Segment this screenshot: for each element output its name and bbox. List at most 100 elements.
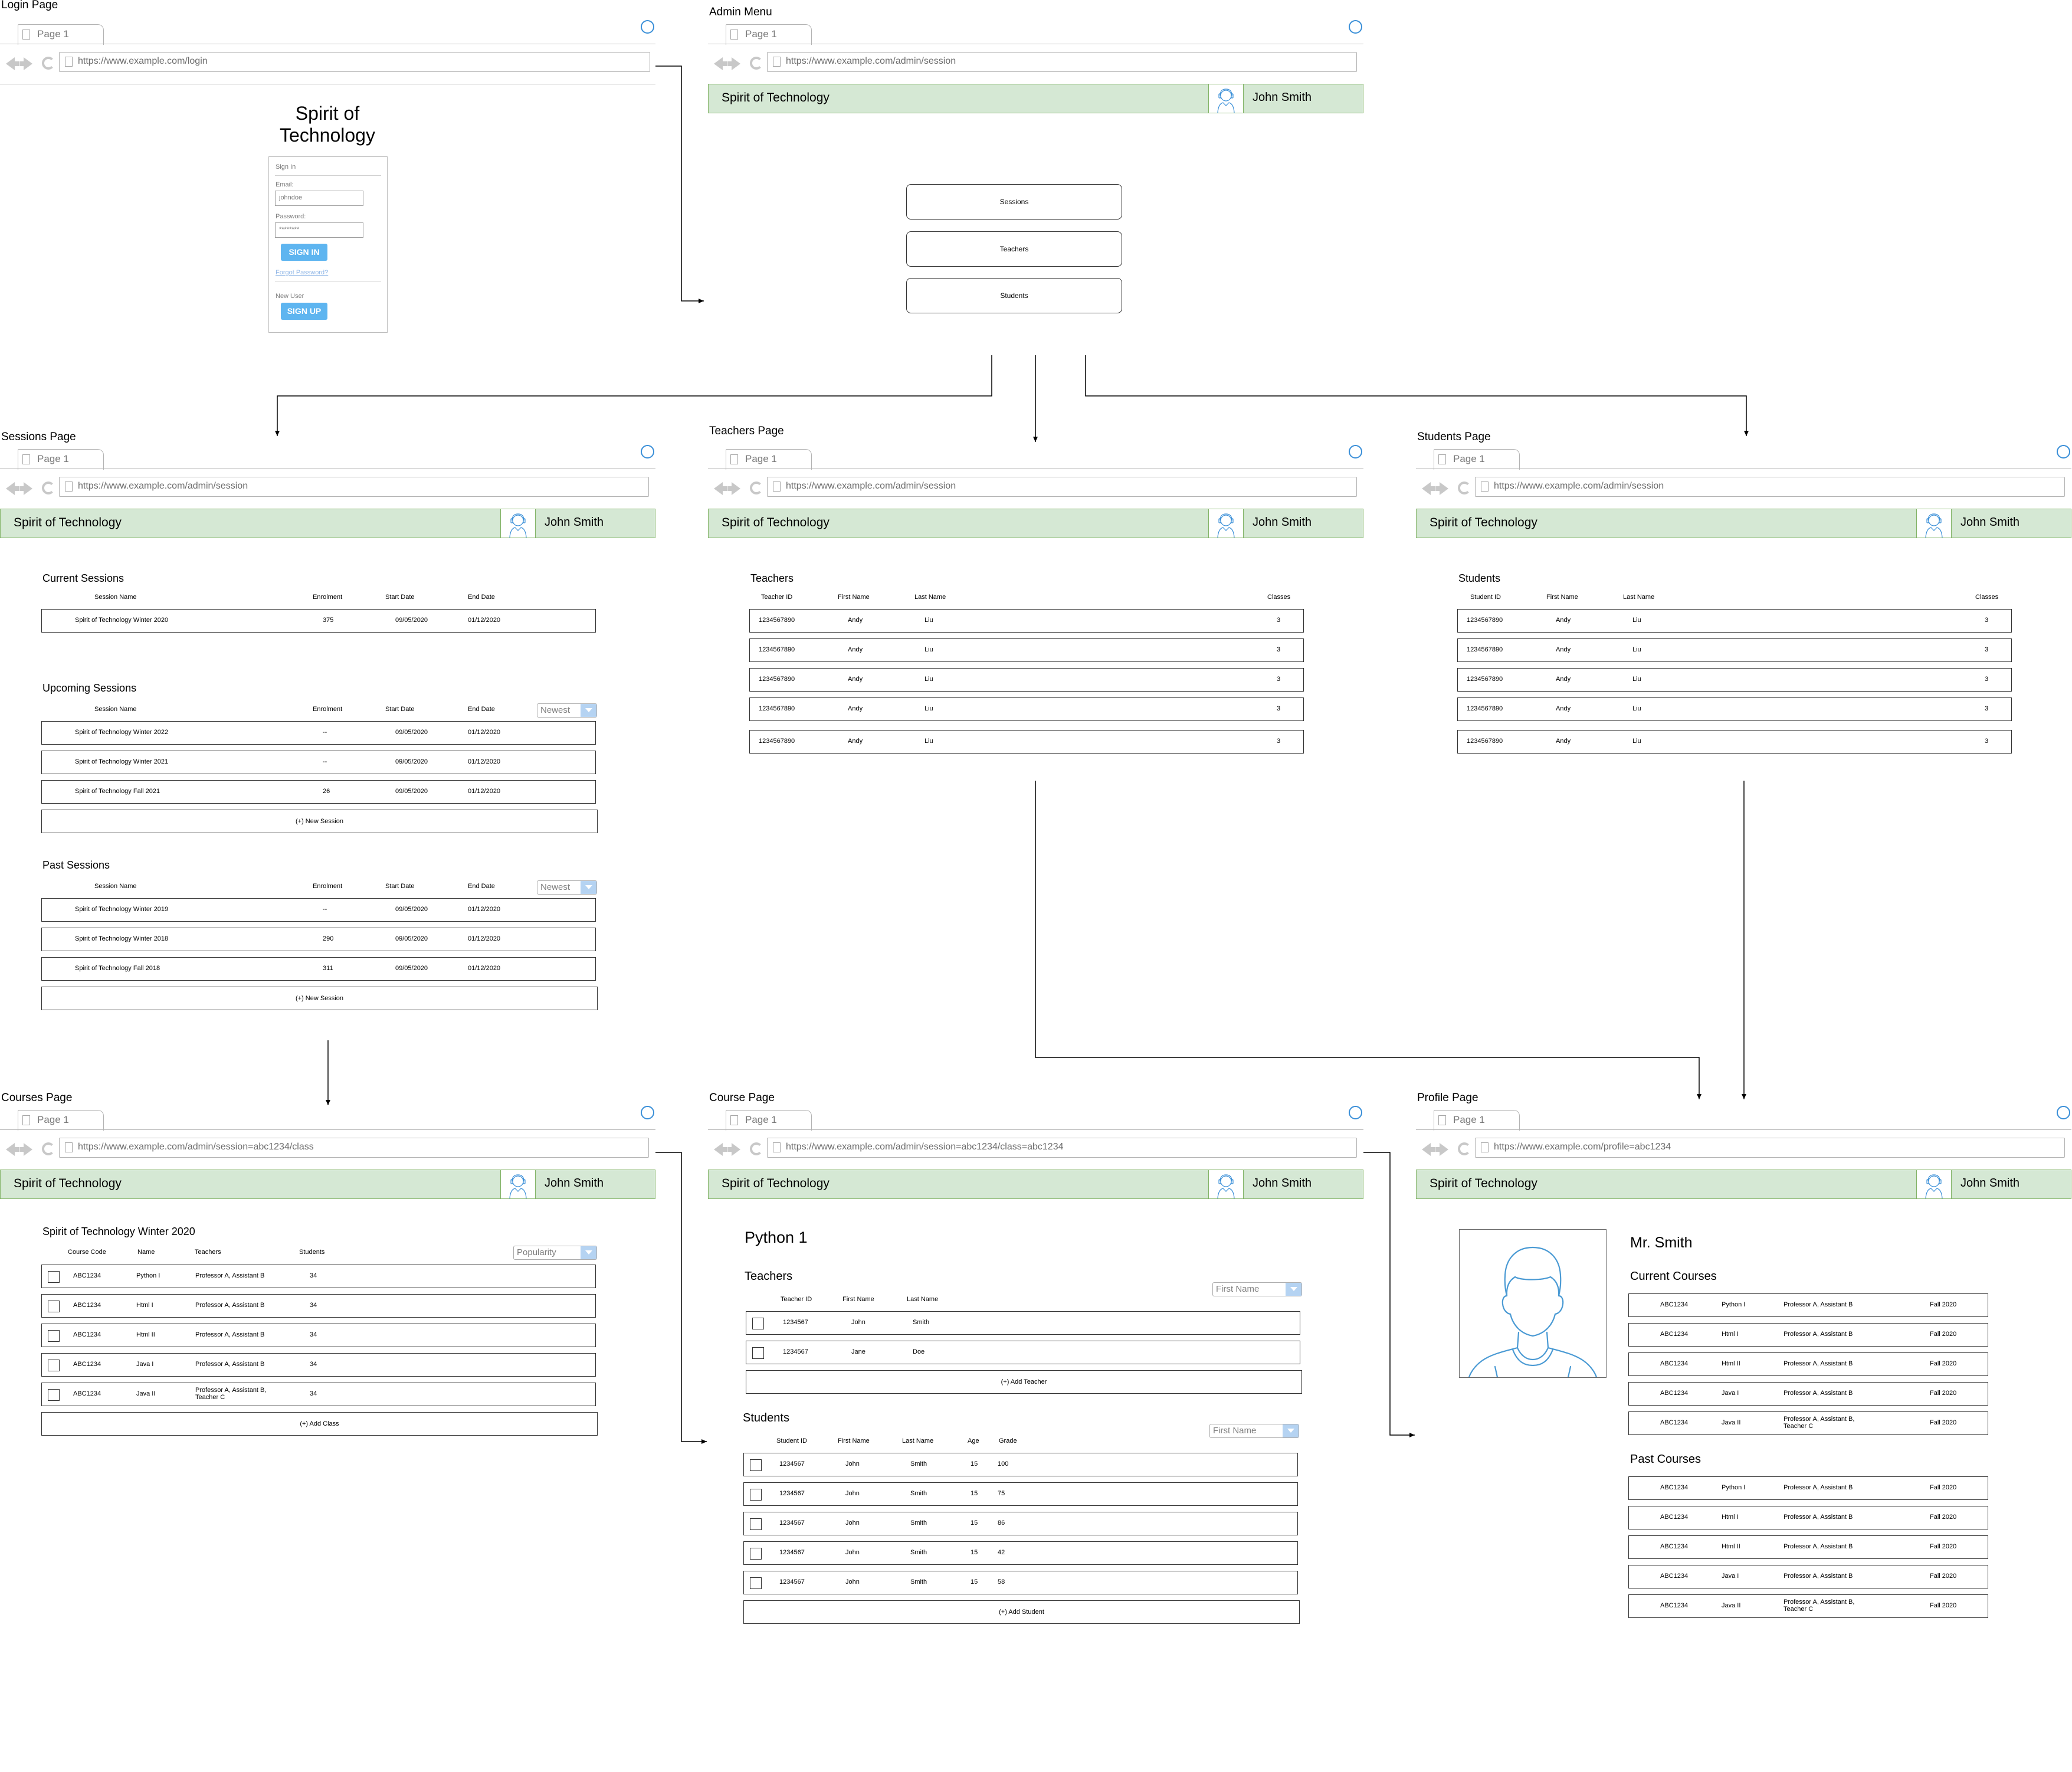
table-row[interactable]: Spirit of Technology Fall 2021 26 09/05/20… xyxy=(41,780,596,804)
avatar-icon[interactable] xyxy=(1916,1170,1952,1199)
browser-tab[interactable]: Page 1 xyxy=(18,449,104,470)
row-checkbox[interactable] xyxy=(48,1301,60,1312)
url-bar[interactable]: https://www.example.com/admin/session xyxy=(767,52,1357,72)
table-row[interactable]: ABC1234 Html I Professor A, Assistant B Fal… xyxy=(1628,1506,1988,1529)
forward-arrow-icon[interactable] xyxy=(727,482,740,495)
user-name[interactable]: John Smith xyxy=(1253,91,1312,104)
table-row[interactable]: 1234567890 Andy Liu 3 xyxy=(1457,730,2012,754)
browser-tab[interactable]: Page 1 xyxy=(726,449,812,470)
past-sort-dropdown[interactable]: Newest xyxy=(537,880,597,895)
table-row[interactable]: 1234567 John Smith 15 58 xyxy=(743,1571,1298,1594)
avatar-icon[interactable] xyxy=(500,509,536,538)
forward-arrow-icon[interactable] xyxy=(1435,482,1448,495)
avatar-icon[interactable] xyxy=(1208,1170,1244,1199)
row-checkbox[interactable] xyxy=(752,1318,764,1329)
table-row[interactable]: ABC1234 Java II Professor A, Assistant B, T… xyxy=(1628,1411,1988,1435)
table-row[interactable]: ABC1234 Html II Professor A, Assistant B Fa… xyxy=(1628,1535,1988,1559)
avatar-icon[interactable] xyxy=(1916,509,1952,538)
add-class-button[interactable]: (+) Add Class xyxy=(41,1412,598,1436)
table-row[interactable]: 1234567890 Andy Liu 3 xyxy=(749,638,1304,662)
row-checkbox[interactable] xyxy=(750,1489,762,1501)
table-row[interactable]: Spirit of Technology Fall 2018 311 09/05/2… xyxy=(41,957,596,981)
chevron-down-icon[interactable] xyxy=(581,881,596,894)
back-arrow-icon[interactable] xyxy=(6,57,19,70)
back-arrow-icon[interactable] xyxy=(1422,482,1435,495)
sessions-menu-button[interactable]: Sessions xyxy=(906,184,1122,220)
table-row[interactable]: 1234567890 Andy Liu 3 xyxy=(1457,609,2012,633)
table-row[interactable]: 1234567 Jane Doe xyxy=(746,1341,1300,1364)
row-checkbox[interactable] xyxy=(752,1347,764,1359)
row-checkbox[interactable] xyxy=(48,1271,60,1283)
forward-arrow-icon[interactable] xyxy=(19,57,32,70)
row-checkbox[interactable] xyxy=(48,1360,60,1371)
chevron-down-icon[interactable] xyxy=(581,704,596,717)
back-arrow-icon[interactable] xyxy=(1422,1143,1435,1156)
table-row[interactable]: Spirit of Technology Winter 2022 -- 09/05/… xyxy=(41,721,596,745)
table-row[interactable]: Spirit of Technology Winter 2018 290 09/05… xyxy=(41,928,596,951)
browser-tab[interactable]: Page 1 xyxy=(18,24,104,45)
url-bar[interactable]: https://www.example.com/admin/session=ab… xyxy=(59,1138,649,1158)
row-checkbox[interactable] xyxy=(48,1389,60,1401)
table-row[interactable]: ABC1234 Python I Professor A, Assistant B F… xyxy=(1628,1476,1988,1500)
table-row[interactable]: ABC1234 Java I Professor A, Assistant B Fal… xyxy=(1628,1382,1988,1406)
new-session-button[interactable]: (+) New Session xyxy=(41,987,598,1010)
table-row[interactable]: ABC1234 Java II Professor A, Assistant B, T… xyxy=(41,1383,596,1406)
add-teacher-button[interactable]: (+) Add Teacher xyxy=(746,1370,1302,1394)
back-arrow-icon[interactable] xyxy=(714,1143,727,1156)
forward-arrow-icon[interactable] xyxy=(727,1143,740,1156)
forward-arrow-icon[interactable] xyxy=(19,1143,32,1156)
browser-tab[interactable]: Page 1 xyxy=(18,1110,104,1131)
table-row[interactable]: Spirit of Technology Winter 2019 -- 09/05/… xyxy=(41,898,596,922)
row-checkbox[interactable] xyxy=(750,1548,762,1560)
browser-tab[interactable]: Page 1 xyxy=(726,24,812,45)
sign-up-button[interactable]: SIGN UP xyxy=(281,303,327,320)
reload-icon[interactable] xyxy=(42,57,55,70)
chevron-down-icon[interactable] xyxy=(1283,1424,1299,1437)
table-row[interactable]: ABC1234 Python I Professor A, Assistant B 3… xyxy=(41,1265,596,1288)
row-checkbox[interactable] xyxy=(750,1518,762,1530)
teachers-menu-button[interactable]: Teachers xyxy=(906,231,1122,267)
table-row[interactable]: 1234567 John Smith 15 42 xyxy=(743,1541,1298,1565)
table-row[interactable]: ABC1234 Html I Professor A, Assistant B Fal… xyxy=(1628,1323,1988,1347)
avatar-icon[interactable] xyxy=(500,1170,536,1199)
forward-arrow-icon[interactable] xyxy=(727,57,740,70)
table-row[interactable]: ABC1234 Html II Professor A, Assistant B 34 xyxy=(41,1324,596,1347)
table-row[interactable]: 1234567890 Andy Liu 3 xyxy=(749,609,1304,633)
url-bar[interactable]: https://www.example.com/admin/session xyxy=(59,477,649,497)
email-field[interactable]: johndoe xyxy=(275,191,363,206)
url-bar[interactable]: https://www.example.com/admin/session=ab… xyxy=(767,1138,1357,1158)
table-row[interactable]: 1234567890 Andy Liu 3 xyxy=(749,668,1304,692)
row-checkbox[interactable] xyxy=(48,1330,60,1342)
reload-icon[interactable] xyxy=(1458,1142,1471,1155)
table-row[interactable]: ABC1234 Python I Professor A, Assistant B F… xyxy=(1628,1293,1988,1317)
user-name[interactable]: John Smith xyxy=(1960,1177,2019,1190)
user-name[interactable]: John Smith xyxy=(1253,1177,1312,1190)
user-name[interactable]: John Smith xyxy=(545,516,604,529)
url-bar[interactable]: https://www.example.com/admin/session xyxy=(767,477,1357,497)
avatar-icon[interactable] xyxy=(1208,84,1244,113)
user-name[interactable]: John Smith xyxy=(545,1177,604,1190)
table-row[interactable]: ABC1234 Html I Professor A, Assistant B 34 xyxy=(41,1294,596,1318)
back-arrow-icon[interactable] xyxy=(714,482,727,495)
teacher-sort-dropdown[interactable]: First Name xyxy=(1212,1282,1302,1296)
sign-in-button[interactable]: SIGN IN xyxy=(281,244,327,261)
new-session-button[interactable]: (+) New Session xyxy=(41,810,598,833)
reload-icon[interactable] xyxy=(750,1142,763,1155)
table-row[interactable]: 1234567890 Andy Liu 3 xyxy=(1457,668,2012,692)
table-row[interactable]: 1234567890 Andy Liu 3 xyxy=(1457,638,2012,662)
forward-arrow-icon[interactable] xyxy=(1435,1143,1448,1156)
reload-icon[interactable] xyxy=(750,57,763,70)
back-arrow-icon[interactable] xyxy=(714,57,727,70)
user-name[interactable]: John Smith xyxy=(1253,516,1312,529)
url-bar[interactable]: https://www.example.com/login xyxy=(59,52,650,72)
url-bar[interactable]: https://www.example.com/admin/session xyxy=(1475,477,2065,497)
courses-sort-dropdown[interactable]: Popularity xyxy=(513,1246,597,1260)
table-row[interactable]: Spirit of Technology Winter 2021 -- 09/05/… xyxy=(41,751,596,774)
back-arrow-icon[interactable] xyxy=(6,482,19,495)
table-row[interactable]: 1234567 John Smith 15 100 xyxy=(743,1453,1298,1476)
table-row[interactable]: 1234567 John Smith xyxy=(746,1311,1300,1335)
user-name[interactable]: John Smith xyxy=(1960,516,2019,529)
forward-arrow-icon[interactable] xyxy=(19,482,32,495)
reload-icon[interactable] xyxy=(42,482,55,494)
reload-icon[interactable] xyxy=(750,482,763,494)
